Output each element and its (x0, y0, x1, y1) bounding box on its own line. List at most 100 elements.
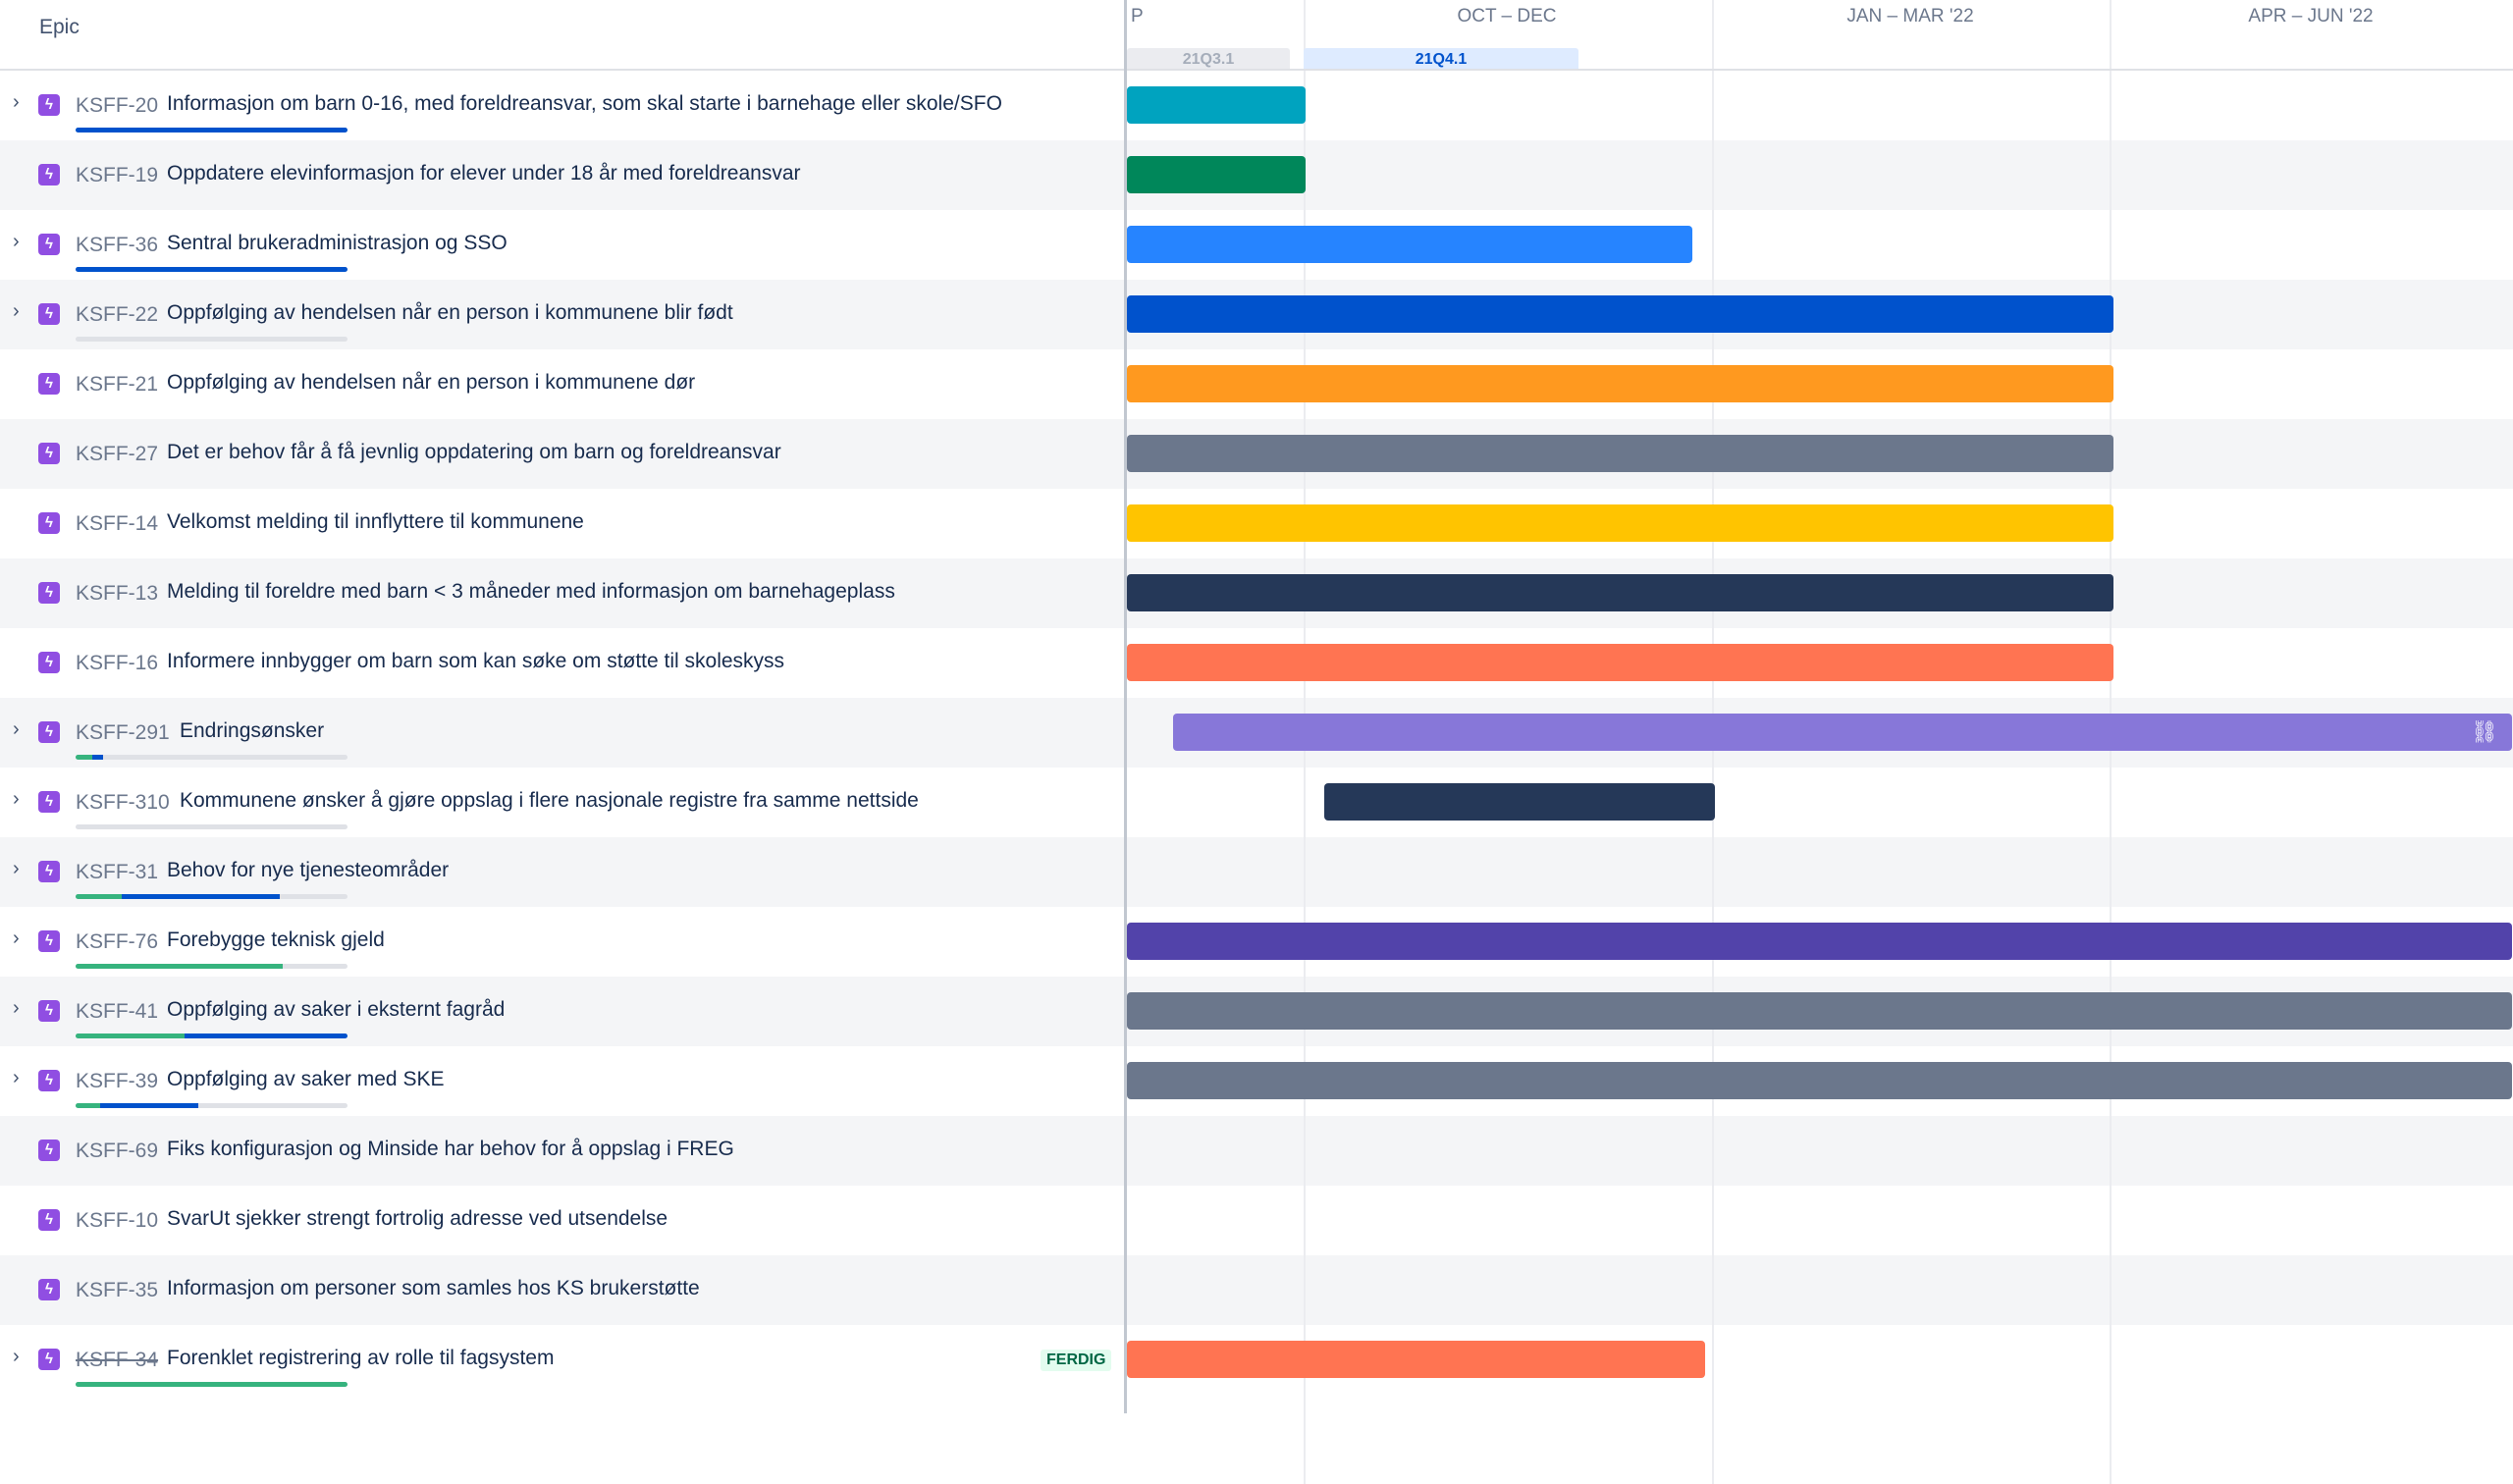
epic-row[interactable]: › ϟ KSFF-291 Endringsønsker ⛓ (0, 698, 2513, 768)
epic-summary[interactable]: Informasjon om personer som samles hos K… (167, 1277, 700, 1300)
epic-summary[interactable]: Behov for nye tjenesteområder (167, 859, 449, 882)
epic-key[interactable]: KSFF-34 (76, 1349, 158, 1372)
timeline-bar[interactable] (1127, 156, 1307, 193)
expand-chevron-icon[interactable]: › (13, 92, 27, 112)
epic-lightning-icon: ϟ (38, 303, 60, 325)
epic-row[interactable]: › ϟ KSFF-31 Behov for nye tjenesteområder (0, 837, 2513, 907)
epic-summary[interactable]: Oppdatere elevinformasjon for elever und… (167, 162, 801, 186)
epic-summary[interactable]: Oppfølging av hendelsen når en person i … (167, 301, 733, 325)
epic-key[interactable]: KSFF-310 (76, 791, 170, 815)
progress-in-progress (91, 755, 103, 760)
timeline-bar[interactable] (1127, 1341, 1705, 1378)
timeline-bar[interactable] (1127, 295, 2114, 333)
epic-key[interactable]: KSFF-10 (76, 1209, 158, 1233)
epic-summary[interactable]: Forebygge teknisk gjeld (167, 928, 385, 952)
epic-row[interactable]: › ϟ KSFF-76 Forebygge teknisk gjeld (0, 907, 2513, 977)
epic-lightning-icon: ϟ (38, 373, 60, 395)
epic-summary[interactable]: Velkomst melding til innflyttere til kom… (167, 510, 584, 534)
epic-row[interactable]: › ϟ KSFF-20 Informasjon om barn 0-16, med f… (0, 71, 2513, 140)
progress-done (76, 1382, 348, 1387)
progress-in-progress (184, 1034, 348, 1038)
sprint-marker[interactable]: 21Q4.1 (1304, 48, 1578, 69)
epic-summary[interactable]: Kommunene ønsker å gjøre oppslag i flere… (180, 789, 919, 813)
epic-row[interactable]: › ϟ KSFF-22 Oppfølging av hendelsen når en … (0, 280, 2513, 349)
epic-summary[interactable]: SvarUt sjekker strengt fortrolig adresse… (167, 1207, 668, 1231)
expand-chevron-icon[interactable]: › (13, 1068, 27, 1087)
epic-lightning-icon: ϟ (38, 791, 60, 813)
epic-row[interactable]: › ϟ KSFF-36 Sentral brukeradministrasjon og… (0, 210, 2513, 280)
epic-key[interactable]: KSFF-20 (76, 94, 158, 118)
epic-summary[interactable]: Informere innbygger om barn som kan søke… (167, 650, 784, 673)
epic-summary[interactable]: Melding til foreldre med barn < 3 månede… (167, 580, 895, 604)
expand-chevron-icon[interactable]: › (13, 301, 27, 321)
epic-key[interactable]: KSFF-39 (76, 1070, 158, 1093)
epic-row[interactable]: ϟ KSFF-35 Informasjon om personer som saml… (0, 1255, 2513, 1325)
epic-key[interactable]: KSFF-27 (76, 443, 158, 466)
epic-row[interactable]: ϟ KSFF-13 Melding til foreldre med barn < … (0, 558, 2513, 628)
epic-summary[interactable]: Oppfølging av hendelsen når en person i … (167, 371, 695, 395)
epic-summary[interactable]: Forenklet registrering av rolle til fags… (167, 1347, 554, 1370)
epic-summary[interactable]: Det er behov får å få jevnlig oppdaterin… (167, 441, 781, 464)
epic-key[interactable]: KSFF-69 (76, 1140, 158, 1163)
epic-row[interactable]: ϟ KSFF-69 Fiks konfigurasjon og Minside ha… (0, 1116, 2513, 1186)
epic-key[interactable]: KSFF-14 (76, 512, 158, 536)
epic-key[interactable]: KSFF-41 (76, 1000, 158, 1024)
timeline-bar[interactable] (1323, 783, 1715, 821)
epic-summary[interactable]: Endringsønsker (180, 719, 324, 743)
expand-chevron-icon[interactable]: › (13, 928, 27, 948)
epic-row[interactable]: › ϟ KSFF-34 Forenklet registrering av rolle… (0, 1325, 2513, 1395)
expand-chevron-icon[interactable]: › (13, 719, 27, 739)
epic-key[interactable]: KSFF-22 (76, 303, 158, 327)
epic-key[interactable]: KSFF-291 (76, 721, 170, 745)
panel-divider[interactable] (1124, 0, 1127, 1413)
epic-key[interactable]: KSFF-21 (76, 373, 158, 397)
epic-key[interactable]: KSFF-35 (76, 1279, 158, 1302)
epic-lightning-icon: ϟ (38, 234, 60, 255)
epic-lightning-icon: ϟ (38, 443, 60, 464)
timeline-bar[interactable] (1127, 574, 2114, 611)
epic-row[interactable]: ϟ KSFF-27 Det er behov får å få jevnlig op… (0, 419, 2513, 489)
epic-key[interactable]: KSFF-76 (76, 930, 158, 954)
epic-key[interactable]: KSFF-36 (76, 234, 158, 257)
timeline-bar[interactable] (1127, 86, 1307, 124)
progress-in-progress (122, 894, 280, 899)
timeline-bar[interactable] (1127, 644, 2114, 681)
epic-lightning-icon: ϟ (38, 582, 60, 604)
timeline-bar[interactable] (1127, 992, 2512, 1030)
progress-bar (76, 824, 348, 829)
expand-chevron-icon[interactable]: › (13, 1347, 27, 1366)
epic-key[interactable]: KSFF-16 (76, 652, 158, 675)
timeline-bar[interactable] (1127, 504, 2114, 542)
epic-row[interactable]: ϟ KSFF-14 Velkomst melding til innflyttere… (0, 489, 2513, 558)
epic-row[interactable]: › ϟ KSFF-310 Kommunene ønsker å gjøre oppsl… (0, 768, 2513, 837)
epic-lightning-icon: ϟ (38, 164, 60, 186)
timeline-bar[interactable]: ⛓ (1172, 714, 2512, 751)
epic-summary[interactable]: Fiks konfigurasjon og Minside har behov … (167, 1138, 734, 1161)
epic-row[interactable]: ϟ KSFF-19 Oppdatere elevinformasjon for el… (0, 140, 2513, 210)
timeline-bar[interactable] (1127, 365, 2114, 402)
epic-summary[interactable]: Oppfølging av saker med SKE (167, 1068, 444, 1091)
timeline-bar[interactable] (1127, 1062, 2512, 1099)
sprint-marker[interactable]: 21Q3.1 (1127, 48, 1290, 69)
epic-row[interactable]: › ϟ KSFF-41 Oppfølging av saker i eksternt … (0, 977, 2513, 1046)
epic-row[interactable]: ϟ KSFF-21 Oppfølging av hendelsen når en p… (0, 349, 2513, 419)
epic-lightning-icon: ϟ (38, 721, 60, 743)
epic-key[interactable]: KSFF-31 (76, 861, 158, 884)
timeline-bar[interactable] (1127, 923, 2512, 960)
epic-row[interactable]: ϟ KSFF-10 SvarUt sjekker strengt fortrolig… (0, 1186, 2513, 1255)
expand-chevron-icon[interactable]: › (13, 789, 27, 809)
epic-key[interactable]: KSFF-19 (76, 164, 158, 187)
epic-row[interactable]: › ϟ KSFF-39 Oppfølging av saker med SKE (0, 1046, 2513, 1116)
epic-row[interactable]: ϟ KSFF-16 Informere innbygger om barn som … (0, 628, 2513, 698)
epic-summary[interactable]: Oppfølging av saker i eksternt fagråd (167, 998, 505, 1022)
expand-chevron-icon[interactable]: › (13, 859, 27, 878)
expand-chevron-icon[interactable]: › (13, 232, 27, 251)
progress-in-progress (99, 1103, 198, 1108)
link-icon[interactable]: ⛓ (2471, 719, 2498, 745)
epic-summary[interactable]: Sentral brukeradministrasjon og SSO (167, 232, 508, 255)
expand-chevron-icon[interactable]: › (13, 998, 27, 1018)
epic-summary[interactable]: Informasjon om barn 0-16, med foreldrean… (167, 92, 1002, 116)
timeline-bar[interactable] (1127, 226, 1693, 263)
epic-key[interactable]: KSFF-13 (76, 582, 158, 606)
timeline-bar[interactable] (1127, 435, 2114, 472)
